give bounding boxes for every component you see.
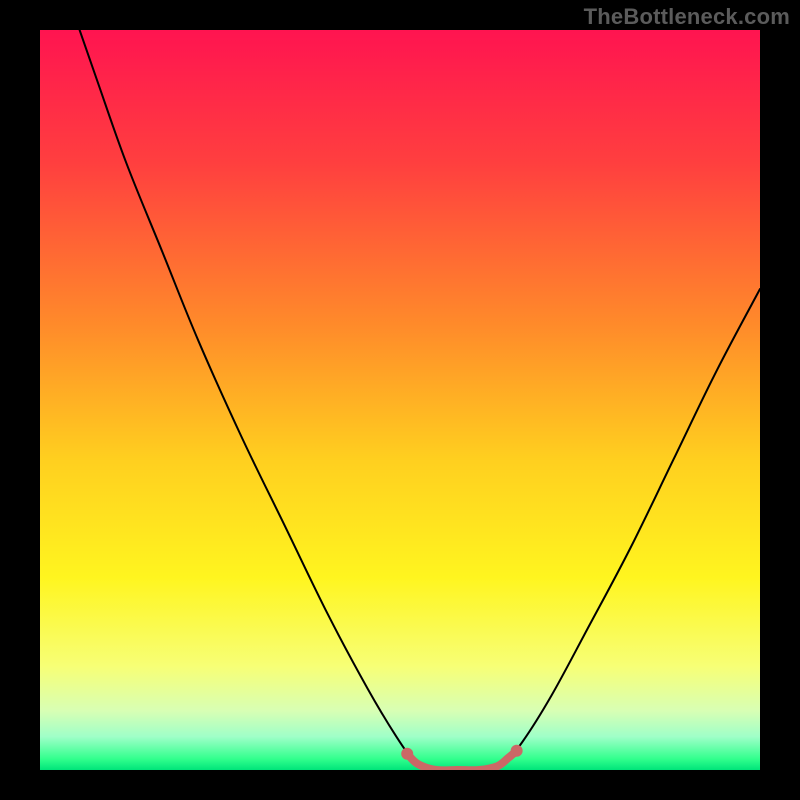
watermark-text: TheBottleneck.com	[584, 4, 790, 30]
chart-canvas	[0, 0, 800, 800]
series-optimal-band-endpoint	[401, 748, 413, 760]
plot-background	[40, 30, 760, 770]
series-optimal-band-endpoint	[511, 745, 523, 757]
chart-frame: TheBottleneck.com	[0, 0, 800, 800]
